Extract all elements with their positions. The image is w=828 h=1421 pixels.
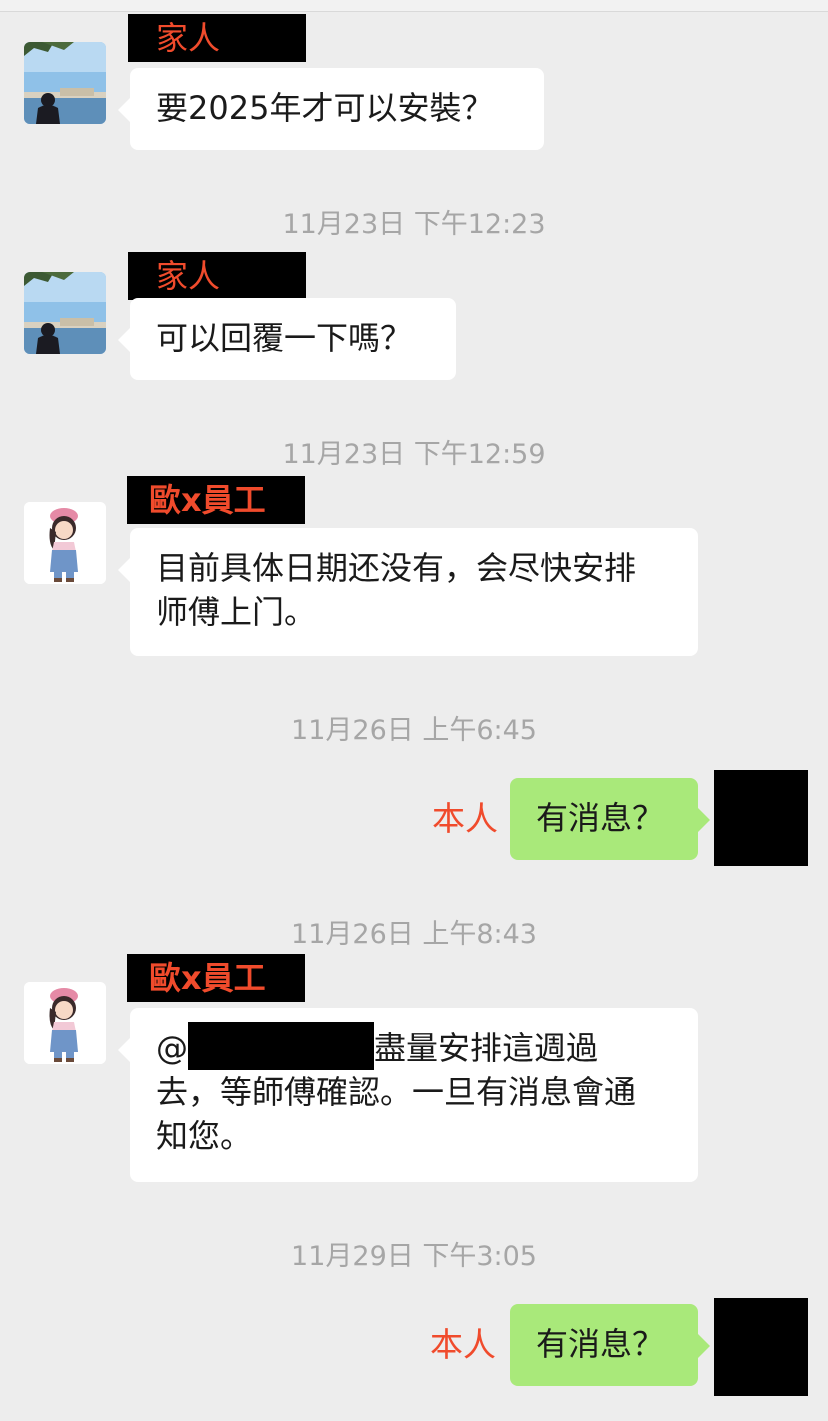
- message-bubble[interactable]: 要2025年才可以安裝？: [118, 68, 544, 150]
- redacted-avatar: [714, 1298, 808, 1396]
- cartoon-girl-avatar-icon: [24, 982, 106, 1064]
- timestamp: 11月29日 下午3:05: [291, 1241, 537, 1272]
- mention-at: @: [156, 1029, 188, 1067]
- message-line: @ 盡量安排這週過: [156, 1022, 672, 1070]
- sender-name-tag: 歐x員工: [127, 954, 305, 1002]
- message-bubble[interactable]: 可以回覆一下嗎？: [118, 298, 456, 380]
- family-avatar[interactable]: [24, 42, 106, 124]
- timestamp: 11月26日 上午8:43: [291, 919, 537, 950]
- message-line: 知您。: [156, 1117, 253, 1155]
- message-bubble[interactable]: 有消息？: [510, 1304, 710, 1386]
- message-text: 盡量安排這週過: [374, 1029, 599, 1067]
- landscape-avatar-icon: [24, 42, 106, 124]
- sender-name: 本人: [432, 799, 498, 838]
- sender-name-tag: 歐x員工: [127, 476, 305, 524]
- message-line: 师傅上门。: [156, 593, 317, 631]
- timestamp: 11月26日 上午6:45: [291, 715, 537, 746]
- message-bubble[interactable]: 有消息？: [510, 778, 710, 860]
- message-bubble[interactable]: @ 盡量安排這週過 去，等師傅確認。一旦有消息會通 知您。: [118, 1008, 698, 1182]
- redacted-avatar: [714, 770, 808, 866]
- message-line: 目前具体日期还没有，会尽快安排: [156, 549, 637, 587]
- redacted-mention: [188, 1022, 374, 1070]
- top-divider: [0, 0, 828, 12]
- sender-name: 本人: [430, 1325, 496, 1364]
- staff-avatar[interactable]: [24, 502, 106, 584]
- timestamp: 11月23日 下午12:59: [282, 439, 546, 470]
- staff-avatar[interactable]: [24, 982, 106, 1064]
- sender-name-tag: 家人: [128, 252, 306, 300]
- message-line: 去，等師傅確認。一旦有消息會通: [156, 1073, 637, 1111]
- sender-name-tag: 家人: [128, 14, 306, 62]
- message-bubble[interactable]: 目前具体日期还没有，会尽快安排 师傅上门。: [118, 528, 698, 656]
- cartoon-girl-avatar-icon: [24, 502, 106, 584]
- landscape-avatar-icon: [24, 272, 106, 354]
- timestamp: 11月23日 下午12:23: [282, 209, 546, 240]
- family-avatar[interactable]: [24, 272, 106, 354]
